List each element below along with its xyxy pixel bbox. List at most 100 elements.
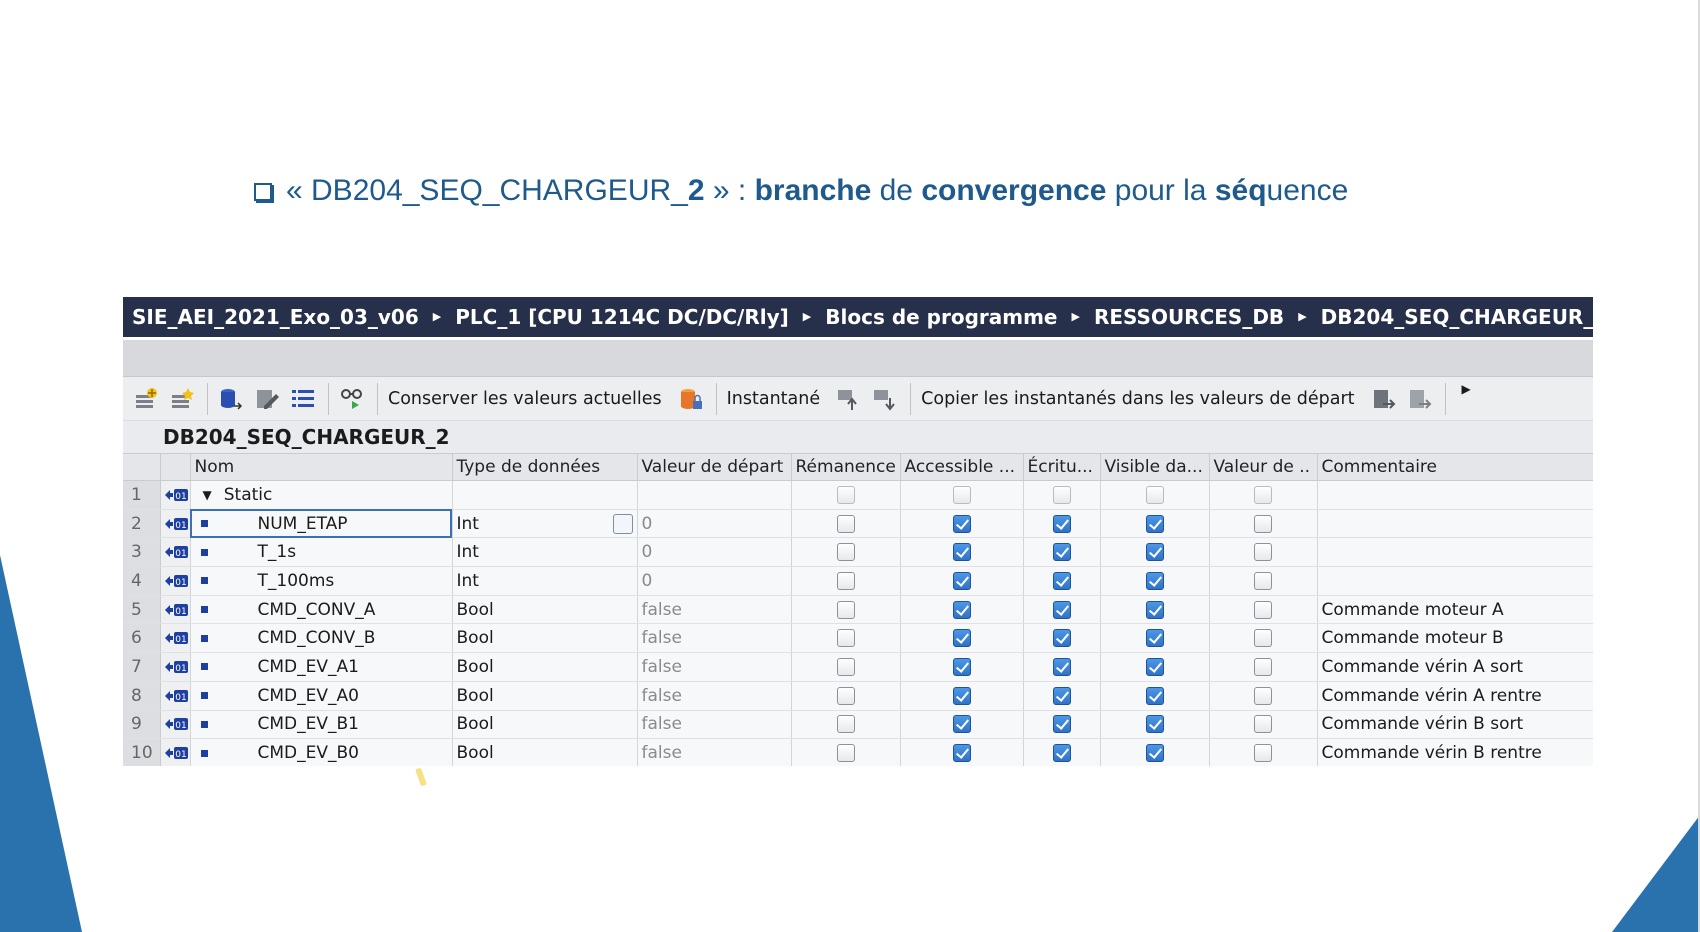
visible-checkbox[interactable] xyxy=(1145,543,1164,562)
name-cell[interactable]: T_1s xyxy=(190,537,453,568)
monitor-glasses-icon[interactable] xyxy=(339,386,365,412)
name-cell[interactable]: CMD_EV_B1 xyxy=(190,710,453,740)
accessible-checkbox[interactable] xyxy=(952,485,971,504)
accessible-checkbox[interactable] xyxy=(952,657,971,676)
visible-checkbox[interactable] xyxy=(1145,571,1164,590)
comment-cell[interactable] xyxy=(1317,537,1593,568)
column-header[interactable]: Valeur de .. xyxy=(1209,453,1318,481)
comment-cell[interactable]: Commande moteur B xyxy=(1317,623,1593,654)
load-values-alt-icon[interactable] xyxy=(1407,386,1433,412)
row-number[interactable]: 6 xyxy=(123,623,161,654)
table-row[interactable]: 3 01 T_1s Int 0 xyxy=(123,537,1593,568)
remanence-checkbox[interactable] xyxy=(836,571,855,590)
table-row[interactable]: 1 01 ▼ Static xyxy=(123,480,1593,510)
setpoint-checkbox[interactable] xyxy=(1254,571,1272,590)
setpoint-checkbox[interactable] xyxy=(1254,686,1272,705)
column-header[interactable]: Commentaire xyxy=(1317,453,1593,481)
row-number[interactable]: 1 xyxy=(123,480,161,510)
start-value-cell[interactable]: false xyxy=(637,652,792,682)
visible-checkbox[interactable] xyxy=(1145,715,1164,734)
column-header[interactable]: Valeur de départ xyxy=(637,453,792,481)
accessible-checkbox[interactable] xyxy=(952,543,971,562)
row-number[interactable]: 8 xyxy=(123,681,161,711)
row-number[interactable]: 9 xyxy=(123,710,161,740)
breadcrumb-item[interactable]: RESSOURCES_DB xyxy=(1094,305,1284,329)
row-number[interactable]: 3 xyxy=(123,537,161,568)
comment-cell[interactable]: Commande vérin B sort xyxy=(1317,710,1593,740)
accessible-checkbox[interactable] xyxy=(952,715,971,734)
datatype-cell[interactable]: Int xyxy=(452,566,638,596)
comment-cell[interactable] xyxy=(1317,509,1593,539)
snapshot-up-icon[interactable] xyxy=(836,386,862,412)
comment-cell[interactable]: Commande vérin B rentre xyxy=(1317,738,1593,766)
remanence-checkbox[interactable] xyxy=(836,600,855,619)
writable-checkbox[interactable] xyxy=(1052,600,1071,619)
visible-checkbox[interactable] xyxy=(1145,600,1164,619)
table-row[interactable]: 7 01 CMD_EV_A1 Bool false Commande vérin A so… xyxy=(123,652,1593,682)
name-cell[interactable]: CMD_EV_A1 xyxy=(190,652,453,682)
table-row[interactable]: 4 01 T_100ms Int 0 xyxy=(123,566,1593,596)
table-row[interactable]: 8 01 CMD_EV_A0 Bool false Commande vérin A re… xyxy=(123,681,1593,711)
accessible-checkbox[interactable] xyxy=(952,571,971,590)
column-header[interactable]: Nom xyxy=(190,453,453,481)
visible-checkbox[interactable] xyxy=(1145,657,1164,676)
writable-checkbox[interactable] xyxy=(1052,744,1071,763)
column-header[interactable]: Accessible ... xyxy=(900,453,1024,481)
datatype-cell[interactable]: Bool xyxy=(452,652,638,682)
row-number[interactable]: 2 xyxy=(123,509,161,539)
copy-snapshots-button[interactable]: Copier les instantanés dans les valeurs … xyxy=(921,389,1354,409)
setpoint-checkbox[interactable] xyxy=(1254,657,1272,676)
accessible-checkbox[interactable] xyxy=(952,686,971,705)
load-start-values-icon[interactable] xyxy=(1371,386,1397,412)
writable-checkbox[interactable] xyxy=(1052,686,1071,705)
visible-checkbox[interactable] xyxy=(1145,686,1164,705)
start-value-cell[interactable] xyxy=(637,480,792,510)
start-value-cell[interactable]: false xyxy=(637,595,792,625)
setpoint-checkbox[interactable] xyxy=(1254,744,1272,763)
comment-cell[interactable]: Commande vérin A sort xyxy=(1317,652,1593,682)
remanence-checkbox[interactable] xyxy=(836,686,855,705)
remanence-checkbox[interactable] xyxy=(836,657,855,676)
visible-checkbox[interactable] xyxy=(1145,744,1164,763)
remanence-checkbox[interactable] xyxy=(836,485,855,504)
keep-values-button[interactable]: Conserver les valeurs actuelles xyxy=(388,389,662,409)
comment-cell[interactable] xyxy=(1317,566,1593,596)
breadcrumb-item[interactable]: PLC_1 [CPU 1214C DC/DC/Rly] xyxy=(455,305,789,329)
add-row-icon[interactable] xyxy=(133,386,159,412)
column-header[interactable]: Type de données xyxy=(452,453,638,481)
table-row[interactable]: 6 01 CMD_CONV_B Bool false Commande moteur B xyxy=(123,623,1593,654)
toolbar-overflow-icon[interactable]: ▶ xyxy=(1462,382,1471,396)
remanence-checkbox[interactable] xyxy=(836,744,855,763)
setpoint-checkbox[interactable] xyxy=(1254,629,1272,648)
datatype-cell[interactable]: Bool xyxy=(452,710,638,740)
database-link-icon[interactable] xyxy=(218,386,244,412)
datatype-cell[interactable]: Bool xyxy=(452,738,638,766)
setpoint-checkbox[interactable] xyxy=(1254,715,1272,734)
writable-checkbox[interactable] xyxy=(1052,657,1071,676)
writable-checkbox[interactable] xyxy=(1052,715,1071,734)
name-cell[interactable]: CMD_EV_A0 xyxy=(190,681,453,711)
accessible-checkbox[interactable] xyxy=(952,514,971,533)
table-row[interactable]: 9 01 CMD_EV_B1 Bool false Commande vérin B so… xyxy=(123,710,1593,740)
breadcrumb-item[interactable]: DB204_SEQ_CHARGEUR_2 [DB204] xyxy=(1321,305,1593,329)
lock-database-icon[interactable] xyxy=(678,386,704,412)
breadcrumb-item[interactable]: Blocs de programme xyxy=(825,305,1057,329)
start-value-cell[interactable]: 0 xyxy=(637,566,792,596)
start-value-cell[interactable]: 0 xyxy=(637,537,792,568)
accessible-checkbox[interactable] xyxy=(952,629,971,648)
name-cell[interactable]: CMD_CONV_A xyxy=(190,595,453,625)
edit-block-icon[interactable] xyxy=(254,386,280,412)
insert-row-icon[interactable] xyxy=(169,386,195,412)
row-number[interactable]: 7 xyxy=(123,652,161,682)
setpoint-checkbox[interactable] xyxy=(1254,600,1272,619)
setpoint-checkbox[interactable] xyxy=(1254,485,1272,504)
visible-checkbox[interactable] xyxy=(1145,514,1164,533)
datatype-picker-icon[interactable] xyxy=(612,513,633,534)
visible-checkbox[interactable] xyxy=(1145,629,1164,648)
row-number[interactable]: 10 xyxy=(123,738,161,766)
column-header[interactable]: Visible da... xyxy=(1100,453,1210,481)
comment-cell[interactable] xyxy=(1317,480,1593,510)
datatype-cell[interactable]: Bool xyxy=(452,595,638,625)
list-view-icon[interactable] xyxy=(290,386,316,412)
column-header[interactable]: Rémanence xyxy=(791,453,901,481)
